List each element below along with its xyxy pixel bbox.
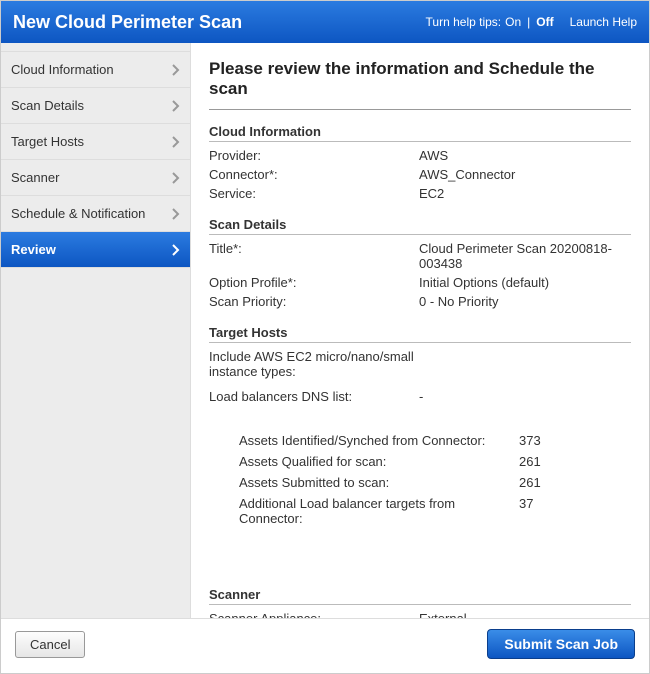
sidebar-item-cloud-information[interactable]: Cloud Information (1, 51, 190, 88)
help-tips-separator: | (527, 15, 530, 29)
value-scanner-appliance: External (419, 611, 631, 618)
sidebar-item-scan-details[interactable]: Scan Details (1, 88, 190, 124)
section-heading-scan-details: Scan Details (209, 217, 631, 235)
row-connector: Connector*: AWS_Connector (209, 165, 631, 184)
cancel-button[interactable]: Cancel (15, 631, 85, 658)
wizard-sidebar: Cloud Information Scan Details Target Ho… (1, 43, 191, 618)
dialog-window: New Cloud Perimeter Scan Turn help tips:… (0, 0, 650, 674)
label-provider: Provider: (209, 148, 419, 163)
row-scanner-appliance: Scanner Appliance: External (209, 609, 631, 618)
label-connector: Connector*: (209, 167, 419, 182)
sidebar-item-label: Scanner (11, 170, 59, 185)
row-scan-priority: Scan Priority: 0 - No Priority (209, 292, 631, 311)
row-lb-dns: Load balancers DNS list: - (209, 387, 631, 406)
stat-value-submitted: 261 (519, 475, 579, 490)
sidebar-item-target-hosts[interactable]: Target Hosts (1, 124, 190, 160)
stat-row-lb-targets: Additional Load balancer targets from Co… (239, 493, 619, 529)
help-tips-on[interactable]: On (505, 15, 521, 29)
header-help-controls: Turn help tips: On | Off Launch Help (426, 15, 637, 29)
sidebar-item-schedule-notification[interactable]: Schedule & Notification (1, 196, 190, 232)
chevron-right-icon (172, 208, 180, 220)
sidebar-item-review[interactable]: Review (1, 232, 190, 268)
value-title: Cloud Perimeter Scan 20200818-003438 (419, 241, 631, 271)
value-provider: AWS (419, 148, 631, 163)
label-scanner-appliance: Scanner Appliance: (209, 611, 419, 618)
sidebar-item-label: Target Hosts (11, 134, 84, 149)
chevron-right-icon (172, 64, 180, 76)
review-panel: Please review the information and Schedu… (191, 43, 649, 618)
sidebar-item-label: Scan Details (11, 98, 84, 113)
value-service: EC2 (419, 186, 631, 201)
label-scan-priority: Scan Priority: (209, 294, 419, 309)
help-tips-off[interactable]: Off (536, 15, 553, 29)
launch-help-link[interactable]: Launch Help (570, 15, 637, 29)
dialog-footer: Cancel Submit Scan Job (1, 618, 649, 673)
row-include-types: Include AWS EC2 micro/nano/small instanc… (209, 347, 631, 381)
stat-row-submitted: Assets Submitted to scan: 261 (239, 472, 619, 493)
row-service: Service: EC2 (209, 184, 631, 203)
stat-value-lb-targets: 37 (519, 496, 579, 526)
stat-value-identified: 373 (519, 433, 579, 448)
label-option-profile: Option Profile*: (209, 275, 419, 290)
label-lb-dns: Load balancers DNS list: (209, 389, 419, 404)
sidebar-item-label: Schedule & Notification (11, 206, 145, 221)
dialog-title: New Cloud Perimeter Scan (13, 12, 242, 33)
value-lb-dns: - (419, 389, 631, 404)
label-title: Title*: (209, 241, 419, 271)
submit-scan-job-button[interactable]: Submit Scan Job (487, 629, 635, 659)
label-service: Service: (209, 186, 419, 201)
sidebar-item-label: Cloud Information (11, 62, 114, 77)
chevron-right-icon (172, 136, 180, 148)
stat-value-qualified: 261 (519, 454, 579, 469)
chevron-right-icon (172, 100, 180, 112)
stat-row-identified: Assets Identified/Synched from Connector… (239, 430, 619, 451)
section-heading-target-hosts: Target Hosts (209, 325, 631, 343)
label-include-types: Include AWS EC2 micro/nano/small instanc… (209, 349, 439, 379)
value-scan-priority: 0 - No Priority (419, 294, 631, 309)
row-title: Title*: Cloud Perimeter Scan 20200818-00… (209, 239, 631, 273)
stat-label-qualified: Assets Qualified for scan: (239, 454, 519, 469)
dialog-body: Cloud Information Scan Details Target Ho… (1, 43, 649, 618)
value-include-types (439, 349, 631, 379)
asset-stats: Assets Identified/Synched from Connector… (239, 430, 619, 529)
sidebar-item-scanner[interactable]: Scanner (1, 160, 190, 196)
row-option-profile: Option Profile*: Initial Options (defaul… (209, 273, 631, 292)
section-heading-scanner: Scanner (209, 587, 631, 605)
stat-row-qualified: Assets Qualified for scan: 261 (239, 451, 619, 472)
stat-label-identified: Assets Identified/Synched from Connector… (239, 433, 519, 448)
sidebar-item-label: Review (11, 242, 56, 257)
help-tips-label: Turn help tips: (426, 15, 502, 29)
stat-label-submitted: Assets Submitted to scan: (239, 475, 519, 490)
dialog-header: New Cloud Perimeter Scan Turn help tips:… (1, 1, 649, 43)
row-provider: Provider: AWS (209, 146, 631, 165)
chevron-right-icon (172, 244, 180, 256)
chevron-right-icon (172, 172, 180, 184)
section-heading-cloud-info: Cloud Information (209, 124, 631, 142)
value-connector: AWS_Connector (419, 167, 631, 182)
page-title: Please review the information and Schedu… (209, 59, 631, 110)
value-option-profile: Initial Options (default) (419, 275, 631, 290)
stat-label-lb-targets: Additional Load balancer targets from Co… (239, 496, 519, 526)
